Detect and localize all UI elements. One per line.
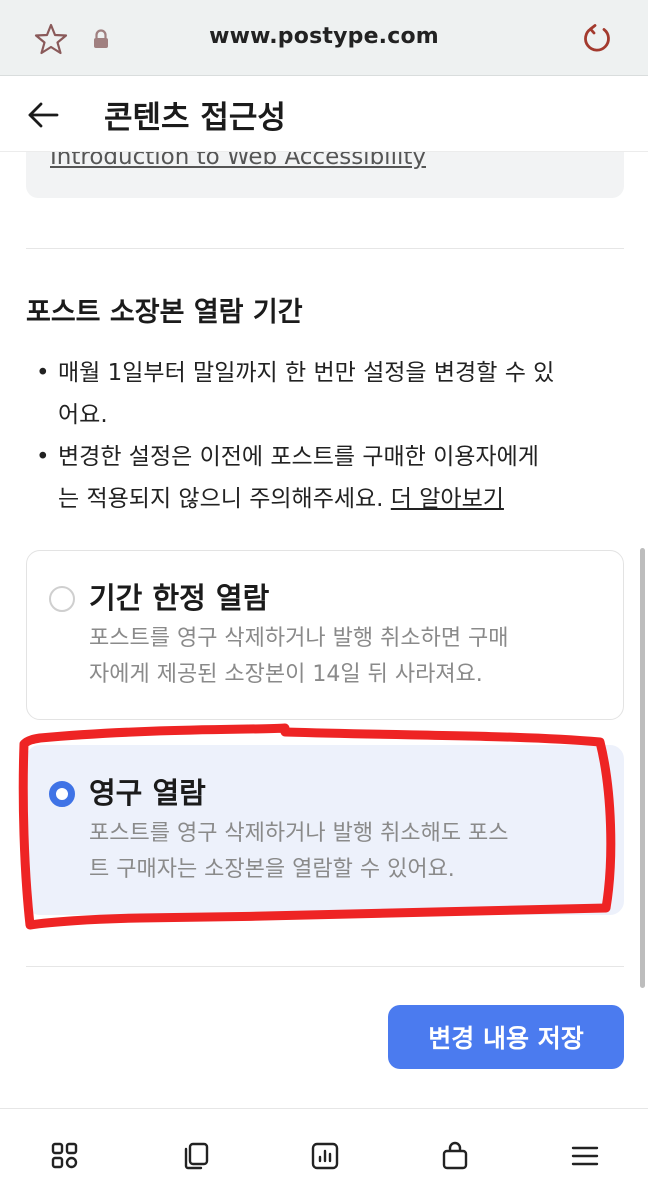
copy-icon[interactable]	[181, 1141, 211, 1171]
page-title: 콘텐츠 접근성	[104, 100, 286, 136]
option-limited-access[interactable]: 기간 한정 열람 포스트를 영구 삭제하거나 발행 취소하면 구매 자에게 제공…	[26, 550, 624, 720]
option-label: 영구 열람	[89, 776, 206, 810]
back-arrow-icon[interactable]	[26, 98, 60, 132]
menu-icon[interactable]	[570, 1141, 600, 1171]
learn-more-link[interactable]: 더 알아보기	[391, 486, 504, 512]
dashboard-icon[interactable]	[50, 1141, 80, 1171]
option-description: 포스트를 영구 삭제하거나 발행 취소해도 포스 트 구매자는 소장본을 열람할…	[89, 816, 609, 888]
bullet: •	[36, 444, 50, 470]
note-line-with-link: 는 적용되지 않으니 주의해주세요. 더 알아보기	[36, 478, 626, 520]
footer-divider	[26, 966, 624, 967]
scrollbar[interactable]	[640, 548, 645, 988]
page-header: 콘텐츠 접근성	[0, 76, 648, 152]
desc-line: 자에게 제공된 소장본이 14일 뒤 사라져요.	[89, 662, 483, 687]
note-line: 매월 1일부터 말일까지 한 번만 설정을 변경할 수 있	[58, 360, 555, 386]
section-divider	[26, 248, 624, 249]
option-description: 포스트를 영구 삭제하거나 발행 취소하면 구매 자에게 제공된 소장본이 14…	[89, 621, 609, 693]
note-line: 어요.	[58, 402, 108, 428]
url-text[interactable]: www.postype.com	[0, 24, 648, 49]
option-label: 기간 한정 열람	[89, 581, 270, 615]
desc-line: 포스트를 영구 삭제하거나 발행 취소하면 구매	[89, 626, 509, 651]
note-item: • 변경한 설정은 이전에 포스트를 구매한 이용자에게 는 적용되지 않으니 …	[36, 436, 626, 520]
reload-icon[interactable]	[580, 22, 614, 56]
option-permanent-access[interactable]: 영구 열람 포스트를 영구 삭제하거나 발행 취소해도 포스 트 구매자는 소장…	[26, 745, 624, 915]
note-item: • 매월 1일부터 말일까지 한 번만 설정을 변경할 수 있 어요.	[36, 352, 626, 436]
desc-line: 트 구매자는 소장본을 열람할 수 있어요.	[89, 857, 455, 882]
bag-icon[interactable]	[440, 1141, 470, 1171]
radio-unchecked[interactable]	[49, 586, 75, 612]
save-changes-button[interactable]: 변경 내용 저장	[388, 1005, 624, 1069]
note-line: 변경한 설정은 이전에 포스트를 구매한 이용자에게	[58, 444, 539, 470]
note-text: 는 적용되지 않으니 주의해주세요.	[58, 486, 384, 512]
section-title: 포스트 소장본 열람 기간	[26, 297, 303, 328]
chart-icon[interactable]	[310, 1141, 340, 1171]
browser-url-bar: www.postype.com	[0, 0, 648, 76]
radio-checked[interactable]	[49, 781, 75, 807]
desc-line: 포스트를 영구 삭제하거나 발행 취소해도 포스	[89, 821, 509, 846]
bullet: •	[36, 360, 50, 386]
bottom-nav	[0, 1108, 648, 1200]
